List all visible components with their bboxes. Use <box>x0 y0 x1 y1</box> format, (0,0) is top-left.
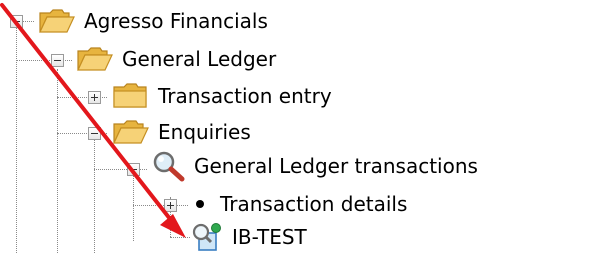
collapse-toggle-general-ledger[interactable] <box>51 54 64 67</box>
tree-item-label: Transaction details <box>220 192 408 216</box>
open-folder-icon <box>39 9 75 33</box>
tree-item-label: IB-TEST <box>232 225 307 249</box>
closed-folder-icon <box>113 83 147 108</box>
open-folder-icon <box>77 47 113 71</box>
magnifier-icon <box>153 151 185 182</box>
tree-item-label: Enquiries <box>158 120 251 144</box>
tree-item-label: General Ledger <box>122 47 277 71</box>
open-folder-icon <box>113 120 149 144</box>
menu-tree: Agresso Financials General Ledger Transa… <box>0 0 597 253</box>
bullet-icon <box>196 200 204 208</box>
collapse-toggle-gl-transactions[interactable] <box>127 163 140 176</box>
tree-connector <box>133 205 188 206</box>
tree-item-ib-test[interactable]: IB-TEST <box>190 219 307 255</box>
tree-item-label: Agresso Financials <box>84 9 268 33</box>
expand-toggle-transaction-details[interactable] <box>164 199 177 212</box>
collapse-toggle-enquiries[interactable] <box>88 127 101 140</box>
tree-item-enquiries[interactable]: Enquiries <box>112 114 251 150</box>
tree-item-agresso-financials[interactable]: Agresso Financials <box>38 3 268 39</box>
tree-connector <box>22 21 34 22</box>
tree-connector <box>170 237 190 238</box>
saved-query-icon <box>192 223 221 251</box>
tree-item-transaction-entry[interactable]: Transaction entry <box>112 78 332 114</box>
tree-item-general-ledger[interactable]: General Ledger <box>76 41 276 77</box>
tree-connector <box>16 28 17 253</box>
tree-item-label: Transaction entry <box>158 84 332 108</box>
collapse-toggle-root[interactable] <box>10 15 23 28</box>
expand-toggle-transaction-entry[interactable] <box>88 91 101 104</box>
tree-item-general-ledger-transactions[interactable]: General Ledger transactions <box>150 148 478 184</box>
tree-connector <box>133 176 134 241</box>
tree-item-transaction-details[interactable]: Transaction details <box>188 186 407 222</box>
tree-item-label: General Ledger transactions <box>194 154 478 178</box>
tree-connector <box>94 140 95 253</box>
